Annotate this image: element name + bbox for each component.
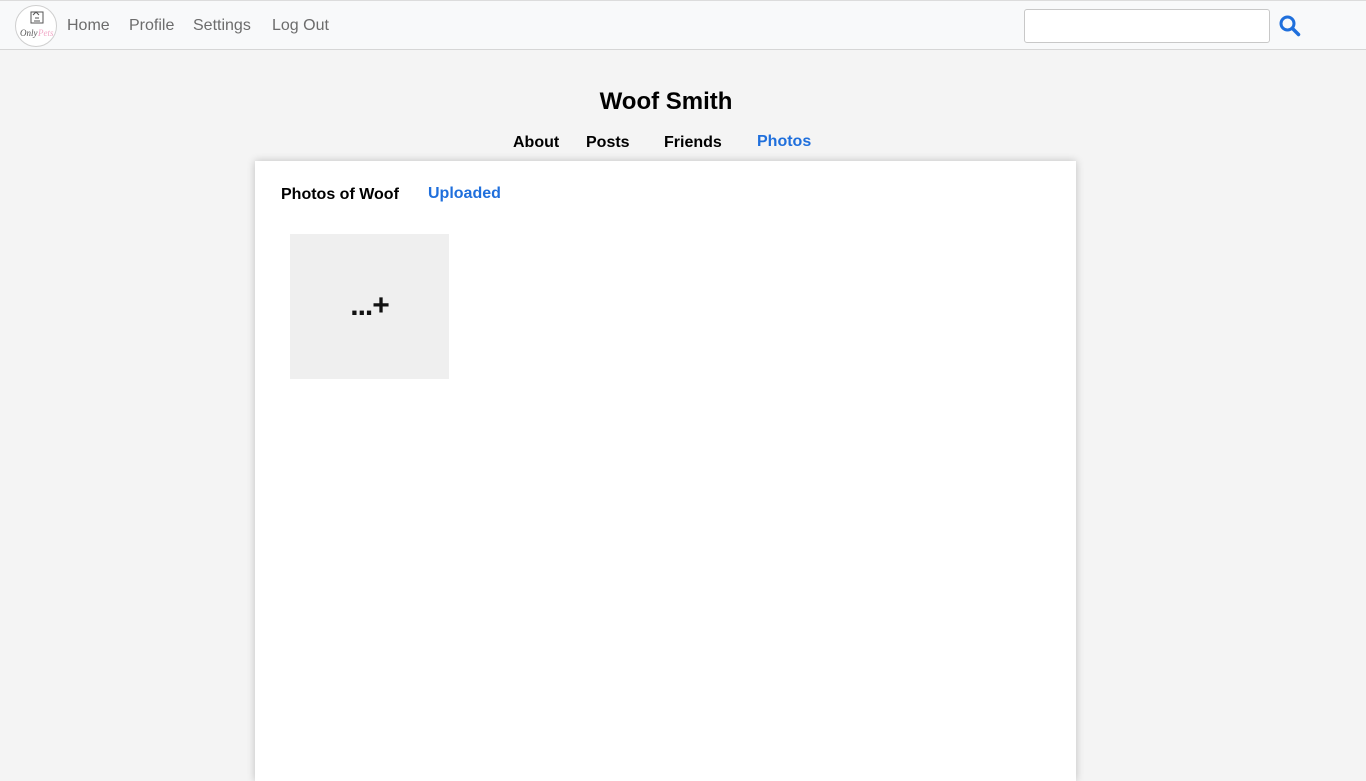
photos-panel: Photos of Woof Uploaded ...+ — [255, 161, 1076, 781]
nav-logout-link[interactable]: Log Out — [272, 17, 329, 35]
search-icon — [1279, 15, 1301, 37]
tab-photos[interactable]: Photos — [757, 133, 811, 151]
search-input[interactable] — [1024, 9, 1270, 43]
tab-posts[interactable]: Posts — [586, 134, 630, 152]
site-logo[interactable]: Only Pets — [15, 5, 57, 47]
tab-about[interactable]: About — [513, 134, 559, 152]
logo-icon: Only Pets — [20, 11, 54, 38]
add-photo-label: ...+ — [350, 288, 390, 322]
add-photo-tile[interactable]: ...+ — [290, 234, 449, 379]
profile-name-heading: Woof Smith — [599, 88, 733, 115]
search-button[interactable] — [1278, 14, 1302, 38]
subtab-photos-of[interactable]: Photos of Woof — [281, 186, 399, 204]
nav-settings-link[interactable]: Settings — [193, 17, 251, 35]
nav-home-link[interactable]: Home — [67, 17, 110, 35]
nav-profile-link[interactable]: Profile — [129, 17, 174, 35]
subtab-uploaded[interactable]: Uploaded — [428, 185, 501, 203]
top-navbar: Only Pets Home Profile Settings Log Out — [0, 0, 1366, 50]
svg-text:Pets: Pets — [37, 28, 54, 38]
svg-text:Only: Only — [20, 28, 38, 38]
tab-friends[interactable]: Friends — [664, 134, 722, 152]
